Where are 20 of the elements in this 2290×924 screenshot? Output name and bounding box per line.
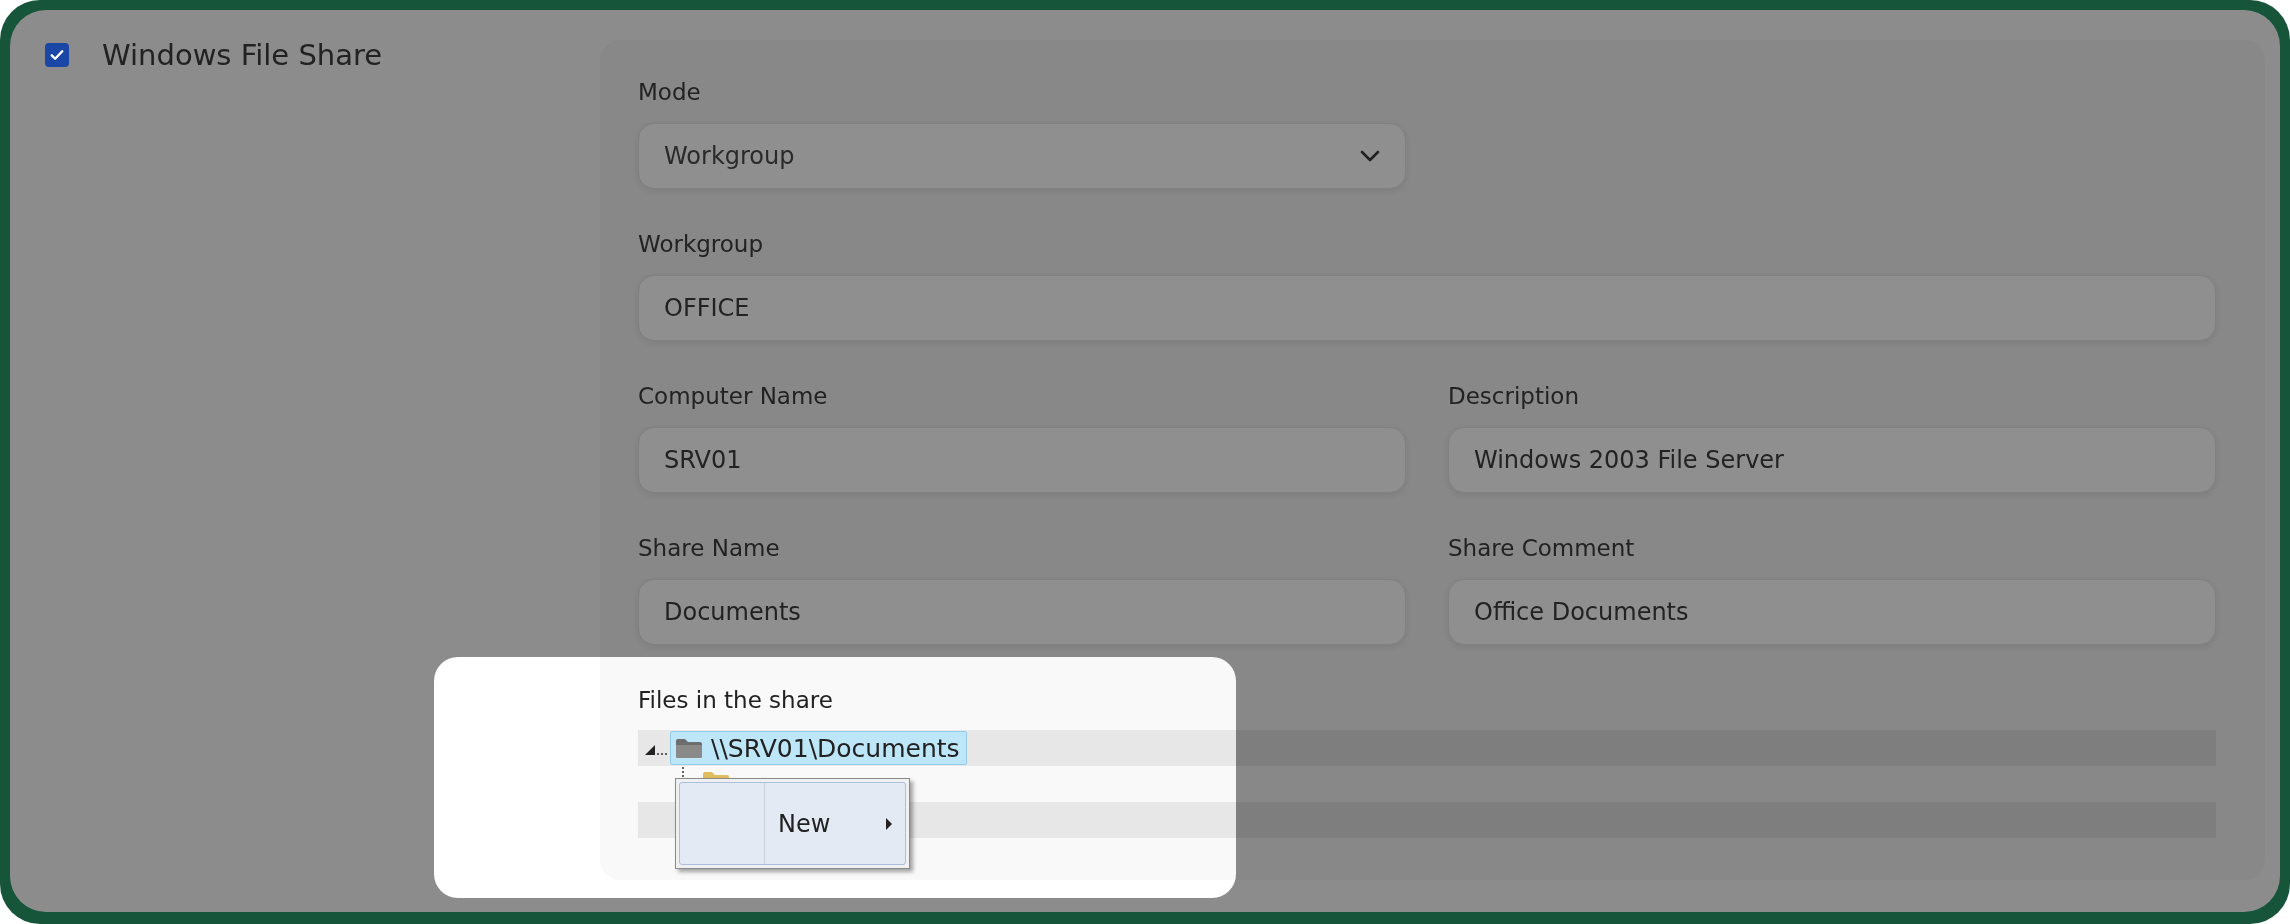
input-field[interactable]: SRV01	[638, 427, 1406, 493]
input-field[interactable]: Office Documents	[1448, 579, 2216, 645]
share-title: Windows File Share	[102, 40, 383, 70]
menu-item[interactable]: New	[679, 782, 906, 865]
field-label: Workgroup	[638, 230, 765, 259]
field-label: Share Name	[638, 534, 781, 563]
input-field[interactable]: OFFICE	[638, 275, 2216, 341]
tree-line-icon	[682, 767, 684, 777]
input-field[interactable]: Documents	[638, 579, 1406, 645]
field-label: Share Comment	[1448, 534, 1636, 563]
mode-dropdown[interactable]: Workgroup	[638, 123, 1406, 189]
field-label: Files in the share	[638, 686, 834, 715]
folder-icon	[675, 737, 703, 759]
field-label: Mode	[638, 78, 702, 107]
field-label: Description	[1448, 382, 1580, 411]
checkbox[interactable]	[45, 43, 69, 67]
input-field[interactable]: Windows 2003 File Server	[1448, 427, 2216, 493]
tree-item[interactable]: \\SRV01\Documents	[670, 731, 967, 765]
chevron-down-icon	[1360, 150, 1380, 162]
field-label: Computer Name	[638, 382, 829, 411]
